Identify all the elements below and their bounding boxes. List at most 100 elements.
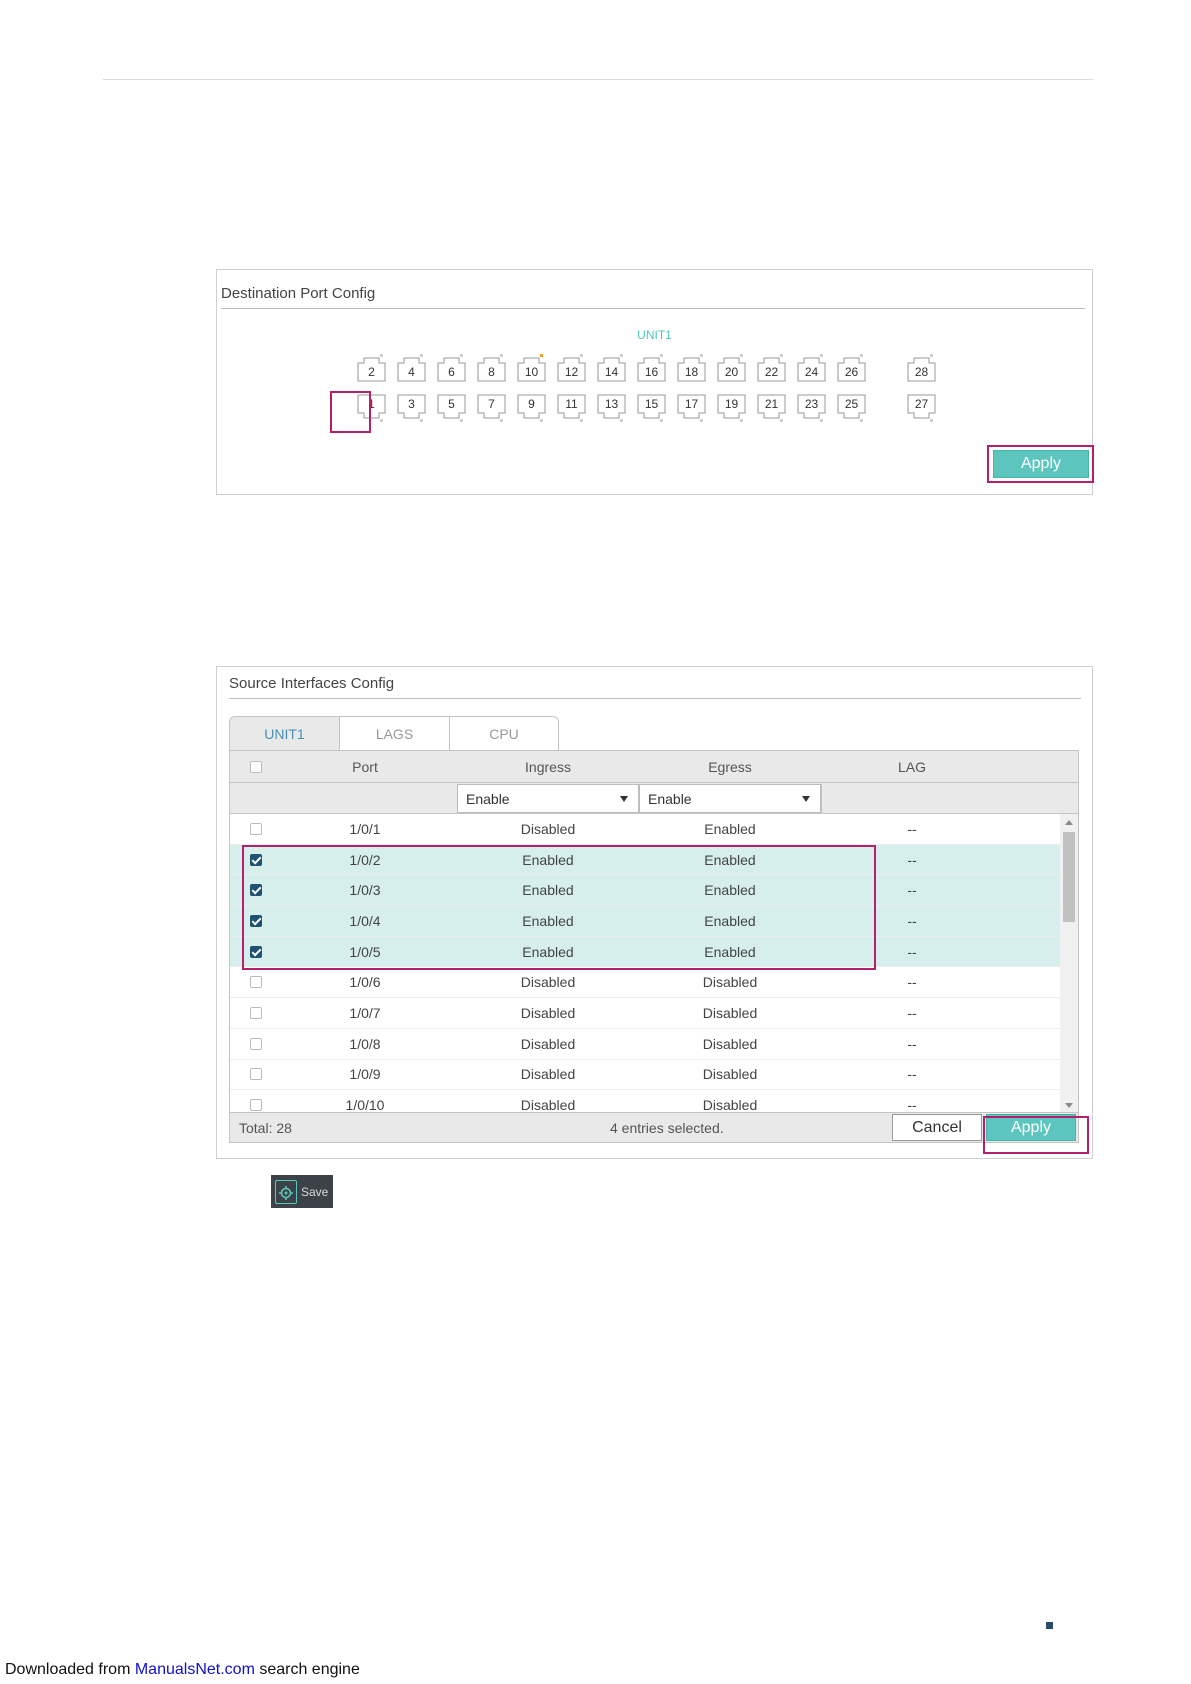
port-4[interactable]: 4: [397, 353, 426, 382]
port-number: 27: [914, 397, 929, 411]
destination-port-panel: Destination Port Config UNIT1 2 4 6 8 10 12 14…: [216, 269, 1094, 495]
port-11[interactable]: 11: [557, 394, 586, 423]
scroll-thumb[interactable]: [1063, 832, 1075, 922]
port-5[interactable]: 5: [437, 394, 466, 423]
port-21[interactable]: 21: [757, 394, 786, 423]
credit-prefix: Downloaded from: [5, 1661, 135, 1678]
row-checkbox[interactable]: [250, 1037, 262, 1050]
port-28[interactable]: 28: [907, 353, 936, 382]
port-7[interactable]: 7: [477, 394, 506, 423]
cell-ingress: Disabled: [520, 1004, 576, 1021]
port-8[interactable]: 8: [477, 353, 506, 382]
tab-lags[interactable]: LAGS: [339, 716, 449, 750]
row-checkbox[interactable]: [250, 1099, 262, 1112]
port-9[interactable]: 9: [517, 394, 546, 423]
port-number: 10: [524, 365, 539, 379]
port-23[interactable]: 23: [797, 394, 826, 423]
port-26[interactable]: 26: [837, 353, 866, 382]
cell-lag: --: [907, 1035, 917, 1052]
port-number: 5: [448, 397, 455, 411]
port-22[interactable]: 22: [757, 353, 786, 382]
table-row[interactable]: 1/0/9 Disabled Disabled --: [230, 1060, 1060, 1091]
port-number: 15: [644, 397, 659, 411]
gear-save-icon: [275, 1179, 297, 1204]
table-footer: Total: 28 4 entries selected. Cancel App…: [230, 1112, 1078, 1142]
port-10[interactable]: 10: [517, 353, 546, 382]
port-27[interactable]: 27: [907, 394, 936, 423]
port-number: 18: [684, 365, 699, 379]
port-15[interactable]: 15: [637, 394, 666, 423]
scroll-up-icon[interactable]: [1065, 820, 1073, 825]
port-number: 16: [644, 365, 659, 379]
tab-cpu[interactable]: CPU: [449, 716, 559, 750]
top-divider: [103, 79, 1093, 80]
row-checkbox[interactable]: [250, 822, 262, 835]
select-all-checkbox[interactable]: [250, 760, 262, 773]
cell-lag: --: [907, 1066, 917, 1083]
port-3[interactable]: 3: [397, 394, 426, 423]
cell-egress: Disabled: [702, 1035, 758, 1052]
port-number: 6: [448, 365, 455, 379]
table-row[interactable]: 1/0/1 Disabled Enabled --: [230, 814, 1060, 845]
tab-unit1[interactable]: UNIT1: [229, 716, 339, 750]
save-button[interactable]: Save: [271, 1175, 333, 1208]
manualsnet-link[interactable]: ManualsNet.com: [135, 1661, 255, 1678]
unit-label: UNIT1: [637, 328, 672, 342]
port-18[interactable]: 18: [677, 353, 706, 382]
apply-highlight: [983, 1116, 1089, 1154]
save-label: Save: [301, 1184, 329, 1199]
destination-apply-button[interactable]: Apply: [993, 450, 1089, 478]
port-6[interactable]: 6: [437, 353, 466, 382]
table-row[interactable]: 1/0/8 Disabled Disabled --: [230, 1029, 1060, 1060]
port-number: 25: [844, 397, 859, 411]
page-marker: [1046, 1622, 1053, 1629]
row-checkbox[interactable]: [250, 976, 262, 989]
port-16[interactable]: 16: [637, 353, 666, 382]
cell-ingress: Disabled: [520, 1035, 576, 1052]
port-13[interactable]: 13: [597, 394, 626, 423]
port-19[interactable]: 19: [717, 394, 746, 423]
port-number: 2: [368, 365, 375, 379]
table-row[interactable]: 1/0/6 Disabled Disabled --: [230, 967, 1060, 999]
chevron-down-icon: [620, 796, 628, 802]
port-12[interactable]: 12: [557, 353, 586, 382]
port-number: 11: [565, 397, 578, 411]
cell-ingress: Disabled: [520, 1066, 576, 1083]
row-checkbox[interactable]: [250, 1006, 262, 1019]
column-header-lag: LAG: [897, 758, 926, 775]
egress-filter-value: Enable: [648, 790, 692, 807]
egress-filter-select[interactable]: Enable: [639, 784, 821, 813]
ingress-filter-select[interactable]: Enable: [457, 784, 639, 813]
port-17[interactable]: 17: [677, 394, 706, 423]
panel-divider: [221, 308, 1085, 309]
cell-egress: Enabled: [704, 820, 756, 837]
cell-ingress: Disabled: [520, 820, 576, 837]
row-checkbox[interactable]: [250, 1068, 262, 1081]
filter-row: Enable Enable: [230, 783, 1078, 814]
port-number: 20: [724, 365, 739, 379]
panel-divider: [229, 698, 1081, 699]
cell-egress: Disabled: [702, 974, 758, 991]
cancel-button[interactable]: Cancel: [892, 1114, 982, 1141]
port-number: 19: [724, 397, 739, 411]
total-count: Total: 28: [239, 1120, 292, 1136]
port-25[interactable]: 25: [837, 394, 866, 423]
port-number: 8: [488, 365, 495, 379]
table-row[interactable]: 1/0/7 Disabled Disabled --: [230, 998, 1060, 1029]
column-header-port: Port: [352, 758, 378, 775]
cell-egress: Disabled: [702, 1066, 758, 1083]
ingress-filter-value: Enable: [466, 790, 510, 807]
cell-port: 1/0/1: [349, 820, 381, 837]
cell-ingress: Disabled: [520, 974, 576, 991]
scroll-down-icon[interactable]: [1065, 1103, 1073, 1108]
cell-lag: --: [907, 974, 917, 991]
port-number: 22: [764, 365, 779, 379]
port-24[interactable]: 24: [797, 353, 826, 382]
download-credit: Downloaded from ManualsNet.com search en…: [5, 1661, 360, 1679]
port-number: 14: [604, 365, 619, 379]
table-scrollbar[interactable]: [1060, 814, 1078, 1112]
cell-lag: --: [907, 820, 917, 837]
port-2[interactable]: 2: [357, 353, 386, 382]
port-14[interactable]: 14: [597, 353, 626, 382]
port-20[interactable]: 20: [717, 353, 746, 382]
